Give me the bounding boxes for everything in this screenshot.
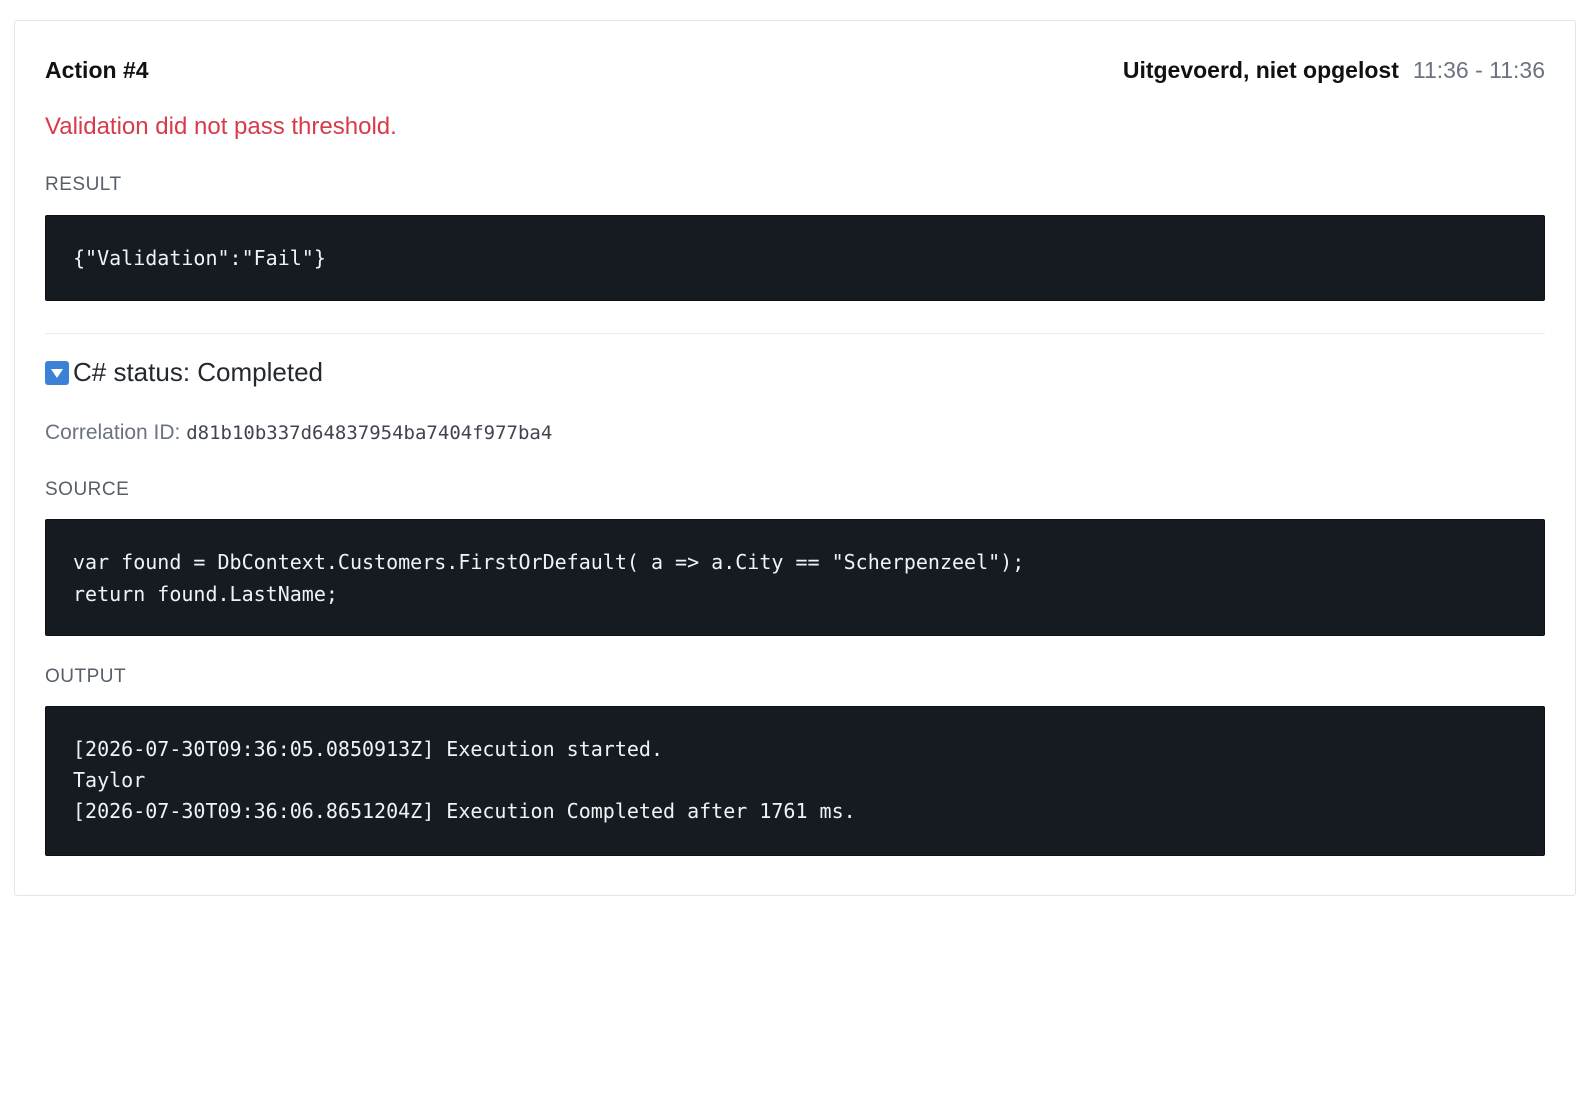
action-title: Action #4 <box>45 56 149 83</box>
source-line: var found = DbContext.Customers.FirstOrD… <box>73 550 1025 574</box>
action-card: Action #4 Uitgevoerd, niet opgelost 11:3… <box>14 20 1576 896</box>
source-line: return found.LastName; <box>73 582 338 606</box>
section-divider <box>45 333 1545 334</box>
output-code-block: [2026-07-30T09:36:05.0850913Z] Execution… <box>45 706 1545 856</box>
correlation-id-row: Correlation ID: d81b10b337d64837954ba740… <box>45 421 552 445</box>
correlation-label: Correlation ID: <box>45 421 187 444</box>
csharp-status-toggle[interactable]: C# status: Completed <box>45 357 323 388</box>
csharp-status-title: C# status: Completed <box>73 357 324 387</box>
action-status-group: Uitgevoerd, niet opgelost 11:36 - 11:36 <box>1123 57 1545 84</box>
result-label: RESULT <box>45 174 122 195</box>
output-label: OUTPUT <box>45 666 127 687</box>
triangle-down-icon <box>45 360 69 385</box>
output-line: Taylor <box>73 768 146 792</box>
result-code-block: {"Validation":"Fail"} <box>45 215 1545 301</box>
source-code-block: var found = DbContext.Customers.FirstOrD… <box>45 519 1545 636</box>
source-label: SOURCE <box>45 479 130 500</box>
result-code: {"Validation":"Fail"} <box>73 246 326 270</box>
error-message: Validation did not pass threshold. <box>45 113 397 140</box>
action-status: Uitgevoerd, niet opgelost <box>1122 56 1399 83</box>
action-header: Action #4 Uitgevoerd, niet opgelost 11:3… <box>45 55 1545 85</box>
correlation-id: d81b10b337d64837954ba7404f977ba4 <box>186 422 553 444</box>
output-line: [2026-07-30T09:36:05.0850913Z] Execution… <box>73 737 664 761</box>
action-time-range: 11:36 - 11:36 <box>1412 56 1545 83</box>
output-line: [2026-07-30T09:36:06.8651204Z] Execution… <box>73 799 856 823</box>
